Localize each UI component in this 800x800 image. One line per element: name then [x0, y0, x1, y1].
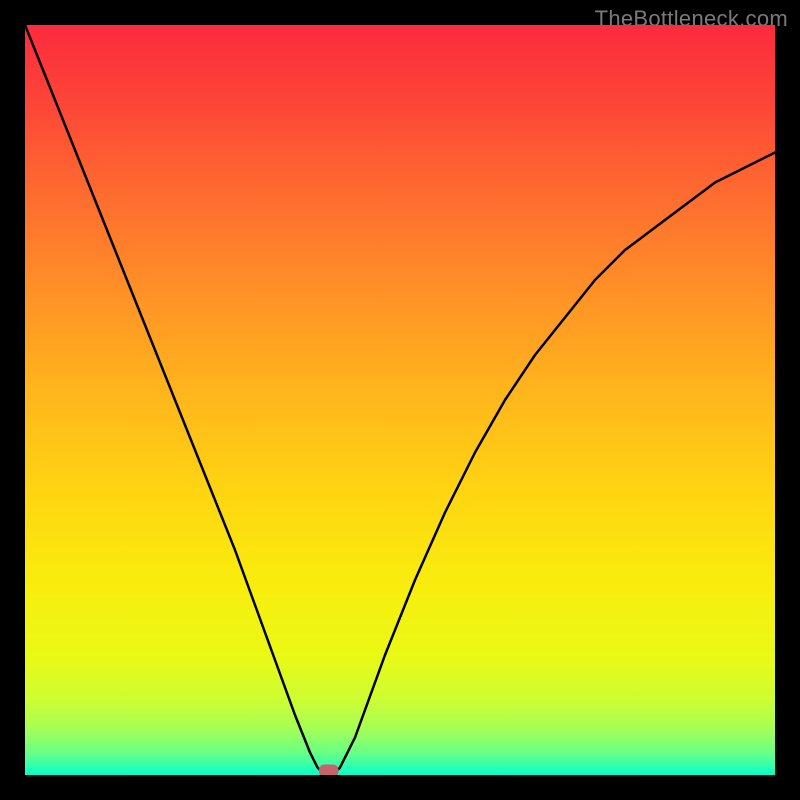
optimum-marker — [319, 765, 339, 776]
chart-frame: TheBottleneck.com — [0, 0, 800, 800]
chart-svg — [25, 25, 775, 775]
gradient-background — [25, 25, 775, 775]
plot-area — [25, 25, 775, 775]
